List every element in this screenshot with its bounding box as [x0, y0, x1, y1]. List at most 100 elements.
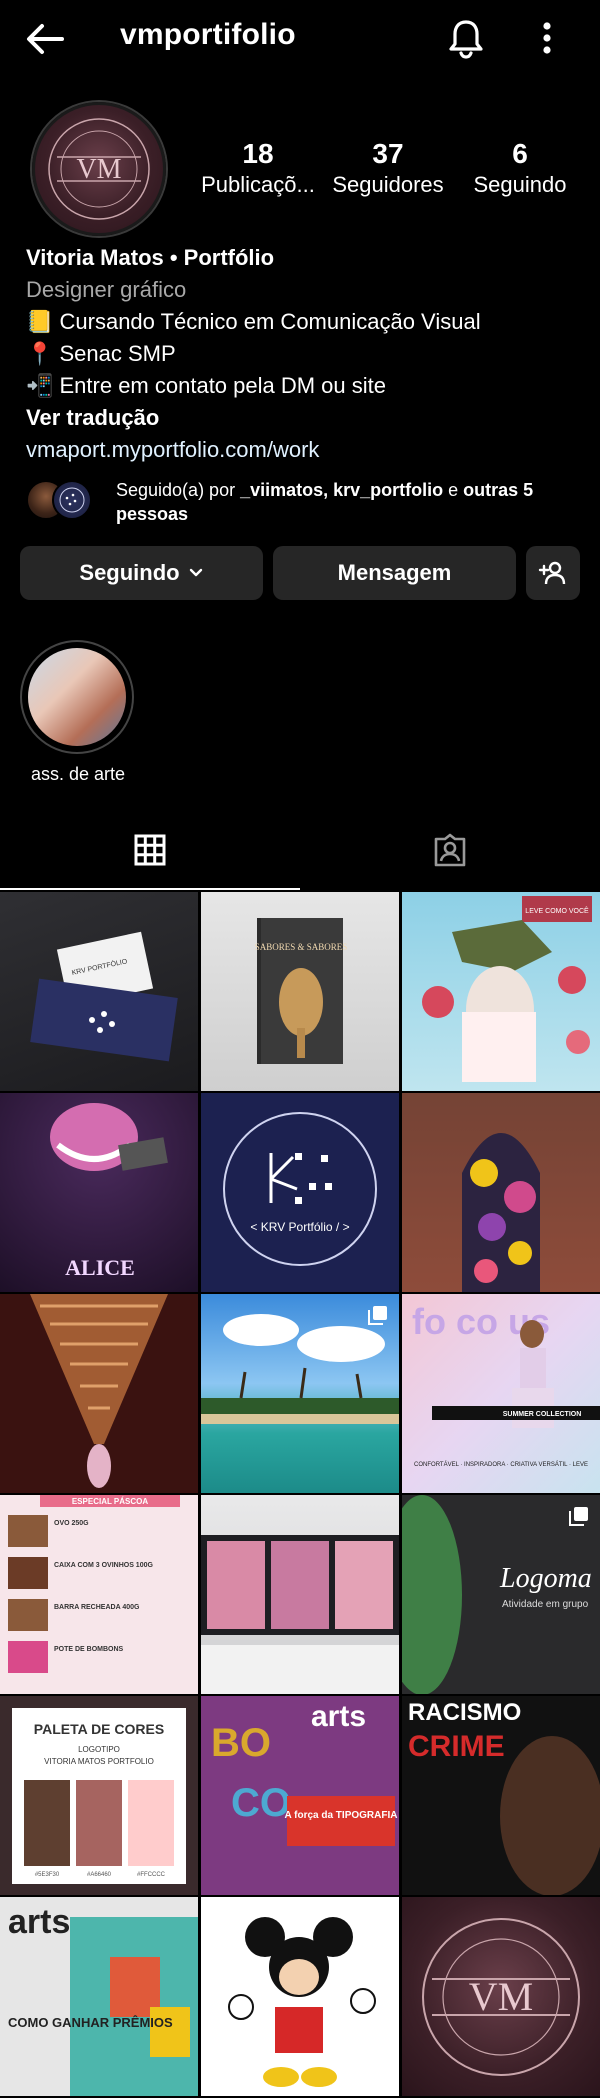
- follower-avatar: [52, 480, 92, 520]
- mickey-image: [228, 1917, 376, 2087]
- profile-tabs: [0, 810, 600, 890]
- racism-poster-image: RACISMO CRIME: [408, 1699, 600, 1895]
- profile-name: Vitoria Matos • Portfólio: [26, 245, 275, 270]
- svg-text:LOGOTIPO: LOGOTIPO: [78, 1745, 120, 1754]
- add-person-button[interactable]: [526, 546, 580, 600]
- followed-by-text: Seguido(a) por _viimatos, krv_portfolio …: [116, 480, 534, 524]
- post-thumbnail[interactable]: [201, 1495, 399, 1694]
- top-bar: vmportifolio: [0, 0, 600, 74]
- svg-text:BARRA RECHEADA 400G: BARRA RECHEADA 400G: [54, 1604, 140, 1611]
- grid-icon: [134, 834, 166, 866]
- svg-text:VM: VM: [76, 154, 121, 185]
- post-thumbnail[interactable]: BO CO arts A força da TIPOGRAFIA: [201, 1696, 399, 1895]
- post-thumbnail[interactable]: [0, 1294, 198, 1493]
- arts-magazine-image: arts COMO GANHAR PRÊMIOS: [8, 1903, 198, 2096]
- bell-icon: [449, 20, 483, 59]
- back-button[interactable]: [22, 16, 68, 62]
- svg-text:COMO GANHAR PRÊMIOS: COMO GANHAR PRÊMIOS: [8, 2015, 173, 2030]
- followers-stat[interactable]: 37 Seguidores: [326, 138, 450, 200]
- posts-label: Publicaçõ...: [201, 172, 315, 197]
- svg-text:CAIXA COM 3 OVINHOS 100G: CAIXA COM 3 OVINHOS 100G: [54, 1562, 153, 1569]
- tab-tagged[interactable]: [300, 810, 600, 890]
- following-count: 6: [512, 138, 528, 169]
- svg-text:A força da TIPOGRAFIA: A força da TIPOGRAFIA: [285, 1810, 398, 1821]
- post-thumbnail[interactable]: SABORES & SABORES: [201, 892, 399, 1091]
- bio-line: 📍 Senac SMP: [26, 341, 176, 366]
- easter-menu-image: ESPECIAL PÁSCOA OVO 250G CAIXA COM 3 OVI…: [8, 1495, 180, 1673]
- krv-logo: [59, 487, 85, 513]
- bio-line: 📲 Entre em contato pela DM ou site: [26, 373, 387, 398]
- floral-portrait-image: [402, 1093, 600, 1292]
- following-stat[interactable]: 6 Seguindo: [462, 138, 578, 200]
- post-thumbnail[interactable]: VM: [402, 1897, 600, 2096]
- svg-text:arts: arts: [8, 1903, 70, 1941]
- multi-image-icon: [368, 1306, 387, 1325]
- see-translation-link[interactable]: Ver tradução: [26, 402, 586, 434]
- post-thumbnail[interactable]: [402, 1093, 600, 1292]
- krv-logo-image: < KRV Portfólio / >: [223, 1112, 377, 1266]
- posts-stat[interactable]: 18 Publicaçõ...: [198, 138, 318, 200]
- post-thumbnail[interactable]: [201, 1897, 399, 2096]
- post-thumbnail[interactable]: ALICE: [0, 1093, 198, 1292]
- color-palette-image: PALETA DE CORES LOGOTIPO VITORIA MATOS P…: [12, 1708, 186, 1884]
- profile-stats: 18 Publicaçõ... 37 Seguidores 6 Seguindo: [190, 138, 590, 208]
- profile-category: Designer gráfico: [26, 277, 187, 302]
- add-person-icon: [538, 561, 566, 585]
- following-button-label: Seguindo: [79, 560, 180, 585]
- focus-campaign-image: fo co us SUMMER COLLECTION CONFORTÁVEL ·…: [412, 1301, 600, 1468]
- svg-text:LEVE COMO VOCÊ: LEVE COMO VOCÊ: [525, 906, 589, 915]
- svg-text:< KRV Portfólio / >: < KRV Portfólio / >: [250, 1220, 349, 1234]
- svg-text:ALICE: ALICE: [65, 1255, 135, 1280]
- post-thumbnail[interactable]: ESPECIAL PÁSCOA OVO 250G CAIXA COM 3 OVI…: [0, 1495, 198, 1694]
- highlight-label: ass. de arte: [30, 764, 126, 784]
- post-thumbnail[interactable]: PALETA DE CORES LOGOTIPO VITORIA MATOS P…: [0, 1696, 198, 1895]
- post-thumbnail[interactable]: LEVE COMO VOCÊ: [402, 892, 600, 1091]
- active-tab-indicator: [0, 888, 300, 890]
- tab-posts-grid[interactable]: [0, 810, 300, 890]
- svg-text:#5E3F30: #5E3F30: [35, 1872, 60, 1878]
- svg-text:SABORES & SABORES: SABORES & SABORES: [255, 942, 348, 952]
- message-button-label: Mensagem: [337, 560, 452, 585]
- post-thumbnail[interactable]: KRV PORTFÓLIO: [0, 892, 198, 1091]
- collage-image: LEVE COMO VOCÊ: [422, 896, 592, 1082]
- followed-by[interactable]: Seguido(a) por _viimatos, krv_portfolio …: [26, 476, 586, 530]
- svg-text:BO: BO: [211, 1721, 271, 1765]
- post-thumbnail[interactable]: < KRV Portfólio / >: [201, 1093, 399, 1292]
- profile-avatar[interactable]: VM: [32, 102, 166, 236]
- post-thumbnail[interactable]: RACISMO CRIME: [402, 1696, 600, 1895]
- post-thumbnail[interactable]: [201, 1294, 399, 1493]
- bio-line: 📒 Cursando Técnico em Comunicação Visual: [26, 309, 481, 334]
- book-cover-image: SABORES & SABORES: [255, 918, 348, 1064]
- post-thumbnail[interactable]: fo co us SUMMER COLLECTION CONFORTÁVEL ·…: [402, 1294, 600, 1493]
- followers-label: Seguidores: [332, 172, 444, 197]
- post-thumbnail[interactable]: arts COMO GANHAR PRÊMIOS: [0, 1897, 198, 2096]
- svg-text:ESPECIAL PÁSCOA: ESPECIAL PÁSCOA: [72, 1497, 149, 1506]
- more-options-button[interactable]: [528, 16, 566, 60]
- story-highlight[interactable]: ass. de arte: [20, 640, 136, 785]
- business-cards-image: KRV PORTFÓLIO: [30, 931, 178, 1062]
- following-button[interactable]: Seguindo: [20, 546, 263, 600]
- posts-grid: KRV PORTFÓLIO SABORES & SABORES LEVE COM…: [0, 892, 600, 2098]
- svg-text:#A66460: #A66460: [87, 1872, 112, 1878]
- following-label: Seguindo: [473, 172, 567, 197]
- more-vertical-icon: [543, 22, 551, 54]
- website-link[interactable]: vmaport.myportfolio.com/work: [26, 434, 586, 466]
- office-room-image: [201, 1535, 399, 1694]
- svg-text:PALETA DE CORES: PALETA DE CORES: [34, 1721, 164, 1737]
- svg-text:Logoma: Logoma: [499, 1563, 592, 1594]
- svg-text:VITORIA MATOS PORTFOLIO: VITORIA MATOS PORTFOLIO: [44, 1757, 154, 1766]
- svg-text:OVO 250G: OVO 250G: [54, 1520, 89, 1527]
- notifications-button[interactable]: [444, 16, 488, 60]
- arts-typography-image: BO CO arts A força da TIPOGRAFIA: [201, 1696, 399, 1895]
- message-button[interactable]: Mensagem: [273, 546, 516, 600]
- post-thumbnail[interactable]: Logoma Atividade em grupo: [402, 1495, 600, 1694]
- multi-image-icon: [569, 1507, 588, 1526]
- svg-text:arts: arts: [311, 1700, 366, 1733]
- arrow-left-icon: [27, 24, 64, 54]
- copper-spiral-image: [30, 1294, 168, 1488]
- profile-username: vmportifolio: [120, 18, 296, 51]
- svg-text:Atividade em grupo: Atividade em grupo: [502, 1599, 589, 1610]
- alice-poster-image: ALICE: [50, 1103, 168, 1280]
- vm-logo: VM: [48, 118, 150, 220]
- svg-text:VM: VM: [469, 1974, 533, 2019]
